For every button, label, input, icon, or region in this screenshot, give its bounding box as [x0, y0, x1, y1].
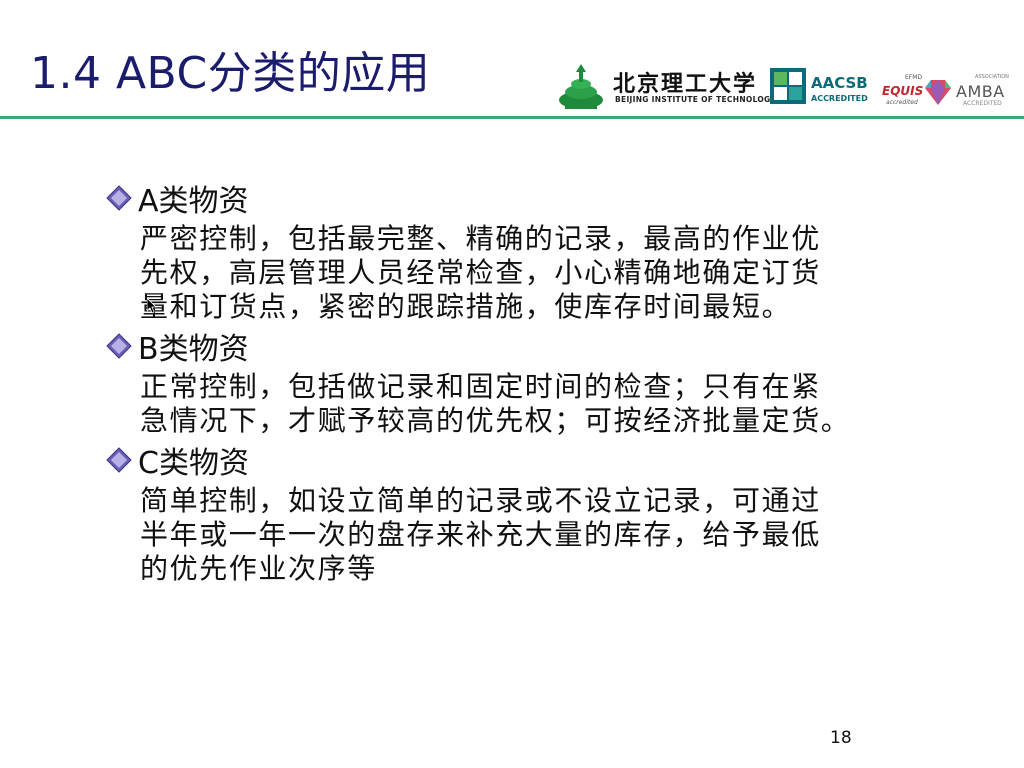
bullet-heading-text: B类物资 — [138, 332, 249, 367]
bullet-section-a: A类物资 严密控制，包括最完整、精确的记录，最高的作业优 先权，高层管理人员经常… — [104, 176, 984, 324]
diamond-bullet-icon — [106, 185, 132, 211]
bullet-body: 简单控制，如设立简单的记录或不设立记录，可通过 半年或一年一次的盘存来补充大量的… — [140, 484, 984, 586]
slide: 1.4 ABC分类的应用 北京理工大学 BEIJING INSTITUTE OF… — [0, 0, 1024, 768]
slide-title: 1.4 ABC分类的应用 — [30, 48, 431, 99]
equis-sub: accredited — [886, 99, 918, 106]
equis-name: EQUIS — [882, 84, 924, 98]
bullet-section-b: B类物资 正常控制，包括做记录和固定时间的检查；只有在紧 急情况下，才赋予较高的… — [104, 324, 984, 438]
body-line: 的优先作业次序等 — [140, 552, 377, 585]
title-divider — [0, 116, 1024, 119]
bullet-heading: B类物资 — [104, 324, 984, 368]
diamond-bullet-icon — [106, 447, 132, 473]
body-line: 正常控制，包括做记录和固定时间的检查；只有在紧 — [140, 370, 821, 403]
aacsb-name: AACSB — [811, 74, 868, 92]
body-line: 半年或一年一次的盘存来补充大量的库存，给予最低 — [140, 518, 821, 551]
amba-name: AMBA — [956, 82, 1005, 101]
bit-name-cn: 北京理工大学 — [613, 71, 758, 97]
body-line: 量和订货点，紧密的跟踪措施，使库存时间最短。 — [140, 290, 792, 323]
bullet-heading-text: C类物资 — [138, 446, 249, 481]
bit-emblem-icon — [559, 64, 603, 109]
bullet-body: 严密控制，包括最完整、精确的记录，最高的作业优 先权，高层管理人员经常检查，小心… — [140, 222, 984, 324]
bullet-heading-text: A类物资 — [138, 184, 249, 219]
page-number: 18 — [830, 728, 852, 748]
amba-diamond-icon — [925, 80, 951, 105]
amba-association: ASSOCIATION — [975, 74, 1009, 80]
bullet-heading: C类物资 — [104, 438, 984, 482]
mouse-cursor-icon — [147, 298, 157, 314]
bit-name-en: BEIJING INSTITUTE OF TECHNOLOGY — [615, 95, 777, 104]
efmd-label: EFMD — [905, 74, 923, 81]
diamond-bullet-icon — [106, 333, 132, 359]
body-line: 先权，高层管理人员经常检查，小心精确地确定订货 — [140, 256, 821, 289]
body-line: 简单控制，如设立简单的记录或不设立记录，可通过 — [140, 484, 821, 517]
amba-sub: ACCREDITED — [963, 100, 1002, 107]
body-line: 严密控制，包括最完整、精确的记录，最高的作业优 — [140, 222, 821, 255]
bullet-body: 正常控制，包括做记录和固定时间的检查；只有在紧 急情况下，才赋予较高的优先权；可… — [140, 370, 984, 438]
aacsb-sub: ACCREDITED — [811, 94, 868, 103]
aacsb-logo-icon — [770, 68, 806, 104]
logo-strip: 北京理工大学 BEIJING INSTITUTE OF TECHNOLOGY A… — [555, 62, 1015, 112]
bullet-heading: A类物资 — [104, 176, 984, 220]
body-line: 急情况下，才赋予较高的优先权；可按经济批量定货。 — [140, 404, 851, 437]
bullet-list: A类物资 严密控制，包括最完整、精确的记录，最高的作业优 先权，高层管理人员经常… — [104, 176, 984, 586]
bullet-section-c: C类物资 简单控制，如设立简单的记录或不设立记录，可通过 半年或一年一次的盘存来… — [104, 438, 984, 586]
